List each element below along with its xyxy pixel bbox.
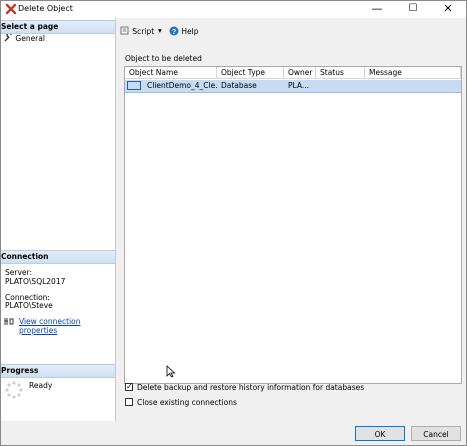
sidebar: Select a page General Connection Server:… xyxy=(1,18,116,421)
progress-heading: Progress xyxy=(1,364,115,378)
script-icon xyxy=(120,26,129,35)
script-button[interactable]: Script xyxy=(120,26,154,36)
help-button[interactable]: ? Help xyxy=(169,26,199,36)
wrench-icon xyxy=(4,32,12,42)
sidebar-item-general[interactable]: General xyxy=(4,32,45,43)
column-header-owner[interactable]: Owner xyxy=(284,67,316,79)
cell-status xyxy=(316,80,365,92)
connection-heading: Connection xyxy=(1,250,115,264)
sidebar-item-label: General xyxy=(15,34,45,43)
minimize-button[interactable]: — xyxy=(359,1,395,18)
column-header-object-type[interactable]: Object Type xyxy=(217,67,284,79)
help-icon: ? xyxy=(169,26,179,36)
delete-object-dialog: Delete Object — ☐ ✕ Select a page Genera… xyxy=(0,0,467,446)
svg-text:?: ? xyxy=(172,29,176,36)
objects-section-label: Object to be deleted xyxy=(125,54,202,63)
objects-grid[interactable]: Object Name Object Type Owner Status Mes… xyxy=(124,66,462,384)
window-title: Delete Object xyxy=(18,4,73,13)
cell-object-type: Database xyxy=(221,81,257,90)
select-page-heading: Select a page xyxy=(1,20,115,34)
close-connections-checkbox[interactable] xyxy=(125,398,133,406)
close-connections-label: Close existing connections xyxy=(137,398,237,407)
column-header-object-name[interactable]: Object Name xyxy=(125,67,217,79)
delete-backup-label: Delete backup and restore history inform… xyxy=(137,383,365,392)
dialog-footer: OK Cancel xyxy=(1,421,466,445)
cancel-button[interactable]: Cancel xyxy=(411,426,461,441)
connection-properties-icon xyxy=(4,318,14,325)
script-dropdown-chevron-icon[interactable]: ▾ xyxy=(158,26,162,35)
delete-backup-checkbox[interactable]: ✓ xyxy=(125,383,133,391)
close-button[interactable]: ✕ xyxy=(430,1,466,18)
maximize-button[interactable]: ☐ xyxy=(395,1,431,18)
connection-value: PLATO\Steve xyxy=(5,301,53,310)
ok-button[interactable]: OK xyxy=(355,426,405,441)
main-panel: Script ▾ ? Help Object to be deleted Obj… xyxy=(116,18,466,421)
cell-object-name: ClientDemo_4_Cle... xyxy=(147,81,217,90)
cell-message xyxy=(365,80,461,92)
server-value: PLATO\SQL2017 xyxy=(5,277,66,286)
mouse-cursor-icon xyxy=(166,365,176,378)
help-label: Help xyxy=(181,27,199,36)
table-row[interactable]: ClientDemo_4_Cle... Database PLA... xyxy=(125,80,461,93)
progress-spinner-icon xyxy=(5,381,23,399)
title-bar[interactable]: Delete Object — ☐ ✕ xyxy=(1,1,466,18)
progress-status: Ready xyxy=(29,381,53,390)
row-selector[interactable] xyxy=(127,81,141,90)
view-connection-properties-link[interactable]: View connection properties xyxy=(19,317,115,335)
column-header-message[interactable]: Message xyxy=(365,67,461,79)
toolbar: Script ▾ ? Help xyxy=(116,18,466,42)
server-label: Server: xyxy=(5,268,32,277)
delete-x-icon xyxy=(5,3,17,15)
script-label: Script xyxy=(132,27,155,36)
cell-owner: PLA... xyxy=(288,81,310,90)
column-header-status[interactable]: Status xyxy=(316,67,365,79)
